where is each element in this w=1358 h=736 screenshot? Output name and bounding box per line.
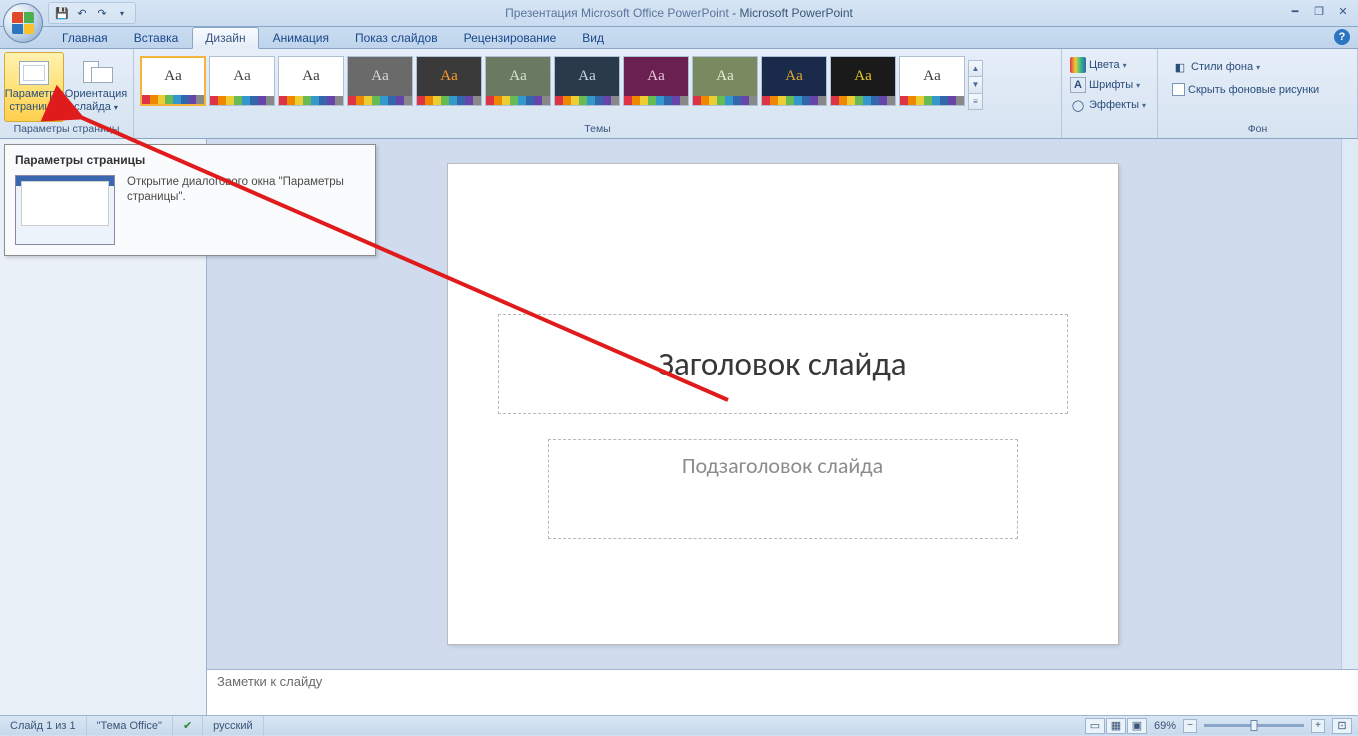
tab-view[interactable]: Вид bbox=[570, 28, 616, 48]
status-bar: Слайд 1 из 1 "Тема Office" ✔ русский ▭ ▦… bbox=[0, 715, 1358, 735]
slide-canvas[interactable]: Заголовок слайда Подзаголовок слайда bbox=[448, 164, 1118, 644]
fonts-icon: A bbox=[1070, 77, 1086, 93]
theme-colors-button[interactable]: Цвета bbox=[1066, 56, 1131, 74]
background-styles-button[interactable]: ◧Стили фона bbox=[1168, 58, 1264, 76]
window-title: Презентация Microsoft Office PowerPoint … bbox=[505, 6, 853, 20]
close-button[interactable]: ✕ bbox=[1334, 4, 1352, 18]
colors-icon bbox=[1070, 57, 1086, 73]
save-icon[interactable]: 💾 bbox=[53, 4, 71, 22]
group-themes: AaAaAaAaAaAaAaAaAaAaAaAa▲▼≡ Темы bbox=[134, 49, 1062, 138]
group-label: Темы bbox=[138, 122, 1057, 137]
effects-icon: ◯ bbox=[1070, 97, 1086, 113]
zoom-out-button[interactable]: − bbox=[1183, 719, 1197, 733]
tab-home[interactable]: Главная bbox=[50, 28, 120, 48]
hide-bg-checkbox[interactable]: Скрыть фоновые рисунки bbox=[1168, 82, 1323, 97]
theme-variant[interactable]: Aa bbox=[623, 56, 689, 106]
tab-slideshow[interactable]: Показ слайдов bbox=[343, 28, 450, 48]
tab-insert[interactable]: Вставка bbox=[122, 28, 191, 48]
ribbon: Параметрыстраницы Ориентацияслайда ▾ Пар… bbox=[0, 49, 1358, 139]
theme-variant[interactable]: Aa bbox=[140, 56, 206, 106]
tab-animation[interactable]: Анимация bbox=[261, 28, 341, 48]
status-spellcheck[interactable]: ✔ bbox=[173, 716, 203, 736]
view-normal-button[interactable]: ▭ bbox=[1085, 718, 1105, 734]
subtitle-placeholder[interactable]: Подзаголовок слайда bbox=[548, 439, 1018, 539]
tooltip-title: Параметры страницы bbox=[15, 153, 365, 167]
theme-effects-button[interactable]: ◯Эффекты bbox=[1066, 96, 1150, 114]
status-slide-number: Слайд 1 из 1 bbox=[0, 716, 87, 736]
quick-access-toolbar: 💾 ↶ ↷ ▾ bbox=[48, 2, 136, 24]
status-theme: "Тема Office" bbox=[87, 716, 173, 736]
status-language[interactable]: русский bbox=[203, 716, 263, 736]
tooltip-preview-icon bbox=[15, 175, 115, 245]
office-button[interactable] bbox=[3, 3, 43, 43]
theme-variant[interactable]: Aa bbox=[554, 56, 620, 106]
tooltip-page-setup: Параметры страницы Открытие диалогового … bbox=[4, 144, 376, 256]
fit-to-window-button[interactable]: ⊡ bbox=[1332, 718, 1352, 734]
restore-button[interactable]: ❐ bbox=[1310, 4, 1328, 18]
vertical-scrollbar[interactable] bbox=[1341, 139, 1358, 669]
theme-variant[interactable]: Aa bbox=[416, 56, 482, 106]
title-placeholder[interactable]: Заголовок слайда bbox=[498, 314, 1068, 414]
theme-variant[interactable]: Aa bbox=[899, 56, 965, 106]
zoom-in-button[interactable]: + bbox=[1311, 719, 1325, 733]
qat-more-icon[interactable]: ▾ bbox=[113, 4, 131, 22]
group-theme-options: Цвета AШрифты ◯Эффекты bbox=[1062, 49, 1158, 138]
ribbon-tabs: Главная Вставка Дизайн Анимация Показ сл… bbox=[0, 27, 1358, 49]
minimize-button[interactable]: ━ bbox=[1286, 4, 1304, 18]
tab-review[interactable]: Рецензирование bbox=[452, 28, 569, 48]
zoom-slider[interactable] bbox=[1204, 724, 1304, 727]
zoom-value: 69% bbox=[1148, 720, 1182, 732]
theme-gallery: AaAaAaAaAaAaAaAaAaAaAaAa▲▼≡ bbox=[138, 52, 1057, 120]
theme-gallery-more[interactable]: ▲▼≡ bbox=[968, 60, 983, 110]
tooltip-text: Открытие диалогового окна "Параметры стр… bbox=[127, 175, 365, 245]
theme-variant[interactable]: Aa bbox=[830, 56, 896, 106]
help-button[interactable]: ? bbox=[1334, 29, 1350, 45]
view-sorter-button[interactable]: ▦ bbox=[1106, 718, 1126, 734]
theme-variant[interactable]: Aa bbox=[485, 56, 551, 106]
orientation-button[interactable]: Ориентацияслайда ▾ bbox=[66, 52, 126, 122]
page-setup-icon bbox=[19, 61, 49, 85]
theme-variant[interactable]: Aa bbox=[278, 56, 344, 106]
orientation-icon bbox=[81, 61, 111, 85]
title-bar: 💾 ↶ ↷ ▾ Презентация Microsoft Office Pow… bbox=[0, 0, 1358, 27]
theme-variant[interactable]: Aa bbox=[347, 56, 413, 106]
view-slideshow-button[interactable]: ▣ bbox=[1127, 718, 1147, 734]
theme-variant[interactable]: Aa bbox=[209, 56, 275, 106]
theme-fonts-button[interactable]: AШрифты bbox=[1066, 76, 1144, 94]
tab-design[interactable]: Дизайн bbox=[192, 27, 258, 49]
spellcheck-icon: ✔ bbox=[183, 719, 192, 732]
bg-styles-icon: ◧ bbox=[1172, 59, 1188, 75]
checkbox-icon bbox=[1172, 83, 1185, 96]
group-label: Параметры страницы bbox=[4, 122, 129, 137]
theme-variant[interactable]: Aa bbox=[761, 56, 827, 106]
page-setup-button[interactable]: Параметрыстраницы bbox=[4, 52, 64, 122]
theme-variant[interactable]: Aa bbox=[692, 56, 758, 106]
group-label: Фон bbox=[1162, 122, 1353, 137]
notes-pane[interactable]: Заметки к слайду bbox=[207, 669, 1358, 715]
group-background: ◧Стили фона Скрыть фоновые рисунки Фон bbox=[1158, 49, 1358, 138]
slide-edit-area: Заголовок слайда Подзаголовок слайда Зам… bbox=[207, 139, 1358, 715]
undo-icon[interactable]: ↶ bbox=[73, 4, 91, 22]
group-page-setup: Параметрыстраницы Ориентацияслайда ▾ Пар… bbox=[0, 49, 134, 138]
redo-icon[interactable]: ↷ bbox=[93, 4, 111, 22]
office-logo-icon bbox=[12, 12, 34, 34]
